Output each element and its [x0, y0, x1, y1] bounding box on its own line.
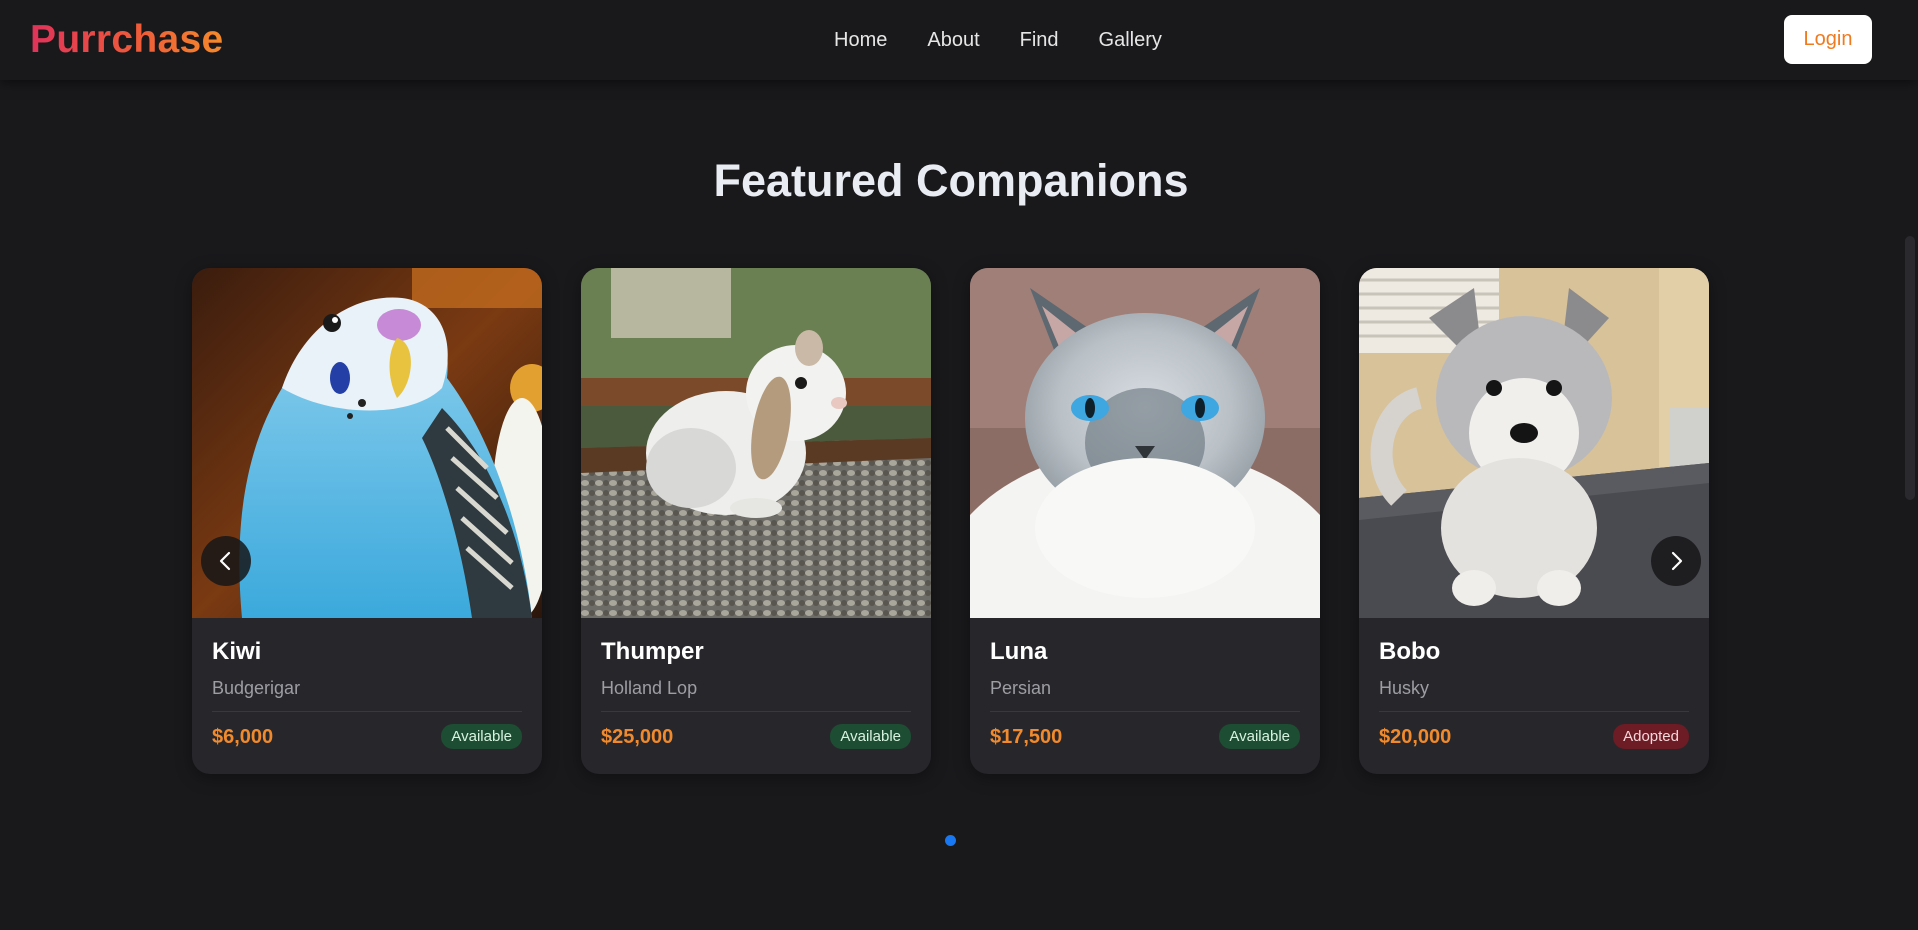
pet-card[interactable]: Thumper Holland Lop $25,000 Available — [581, 268, 931, 774]
pet-price: $20,000 — [1379, 725, 1452, 748]
cat-photo — [970, 268, 1320, 618]
pagination-dot-active[interactable] — [945, 835, 956, 846]
brand-logo[interactable]: Purrchase — [30, 18, 223, 62]
nav-link-find[interactable]: Find — [1020, 28, 1059, 52]
carousel-prev-button[interactable] — [201, 536, 251, 586]
status-badge: Available — [1219, 724, 1300, 749]
status-badge: Adopted — [1613, 724, 1689, 749]
page-scrollbar[interactable] — [1902, 0, 1918, 930]
pet-name: Kiwi — [212, 638, 262, 665]
pet-card[interactable]: Bobo Husky $20,000 Adopted — [1359, 268, 1709, 774]
pet-price: $25,000 — [601, 725, 674, 748]
pet-carousel: Kiwi Budgerigar $6,000 Available Thumper… — [192, 268, 1709, 774]
section-title: Featured Companions — [713, 155, 1189, 206]
rabbit-photo — [581, 268, 931, 618]
main-nav: Home About Find Gallery — [834, 28, 1162, 52]
top-navigation-bar: Purrchase Home About Find Gallery Login — [0, 0, 1918, 80]
pet-card[interactable]: Kiwi Budgerigar $6,000 Available — [192, 268, 542, 774]
pet-breed: Persian — [990, 677, 1300, 712]
status-badge: Available — [441, 724, 522, 749]
pet-breed: Husky — [1379, 677, 1689, 712]
pet-card[interactable]: Luna Persian $17,500 Available — [970, 268, 1320, 774]
pet-price: $17,500 — [990, 725, 1063, 748]
carousel-next-button[interactable] — [1651, 536, 1701, 586]
pet-name: Bobo — [1379, 638, 1441, 665]
pet-breed: Budgerigar — [212, 677, 522, 712]
scrollbar-thumb[interactable] — [1905, 236, 1915, 500]
status-badge: Available — [830, 724, 911, 749]
chevron-right-icon — [1671, 551, 1683, 571]
nav-link-about[interactable]: About — [927, 28, 979, 52]
chevron-left-icon — [219, 551, 231, 571]
pet-breed: Holland Lop — [601, 677, 911, 712]
login-button[interactable]: Login — [1784, 15, 1872, 64]
pet-name: Luna — [990, 638, 1048, 665]
nav-link-home[interactable]: Home — [834, 28, 887, 52]
carousel-pagination — [945, 835, 956, 846]
pet-price: $6,000 — [212, 725, 274, 748]
nav-link-gallery[interactable]: Gallery — [1099, 28, 1162, 52]
pet-name: Thumper — [601, 638, 704, 665]
